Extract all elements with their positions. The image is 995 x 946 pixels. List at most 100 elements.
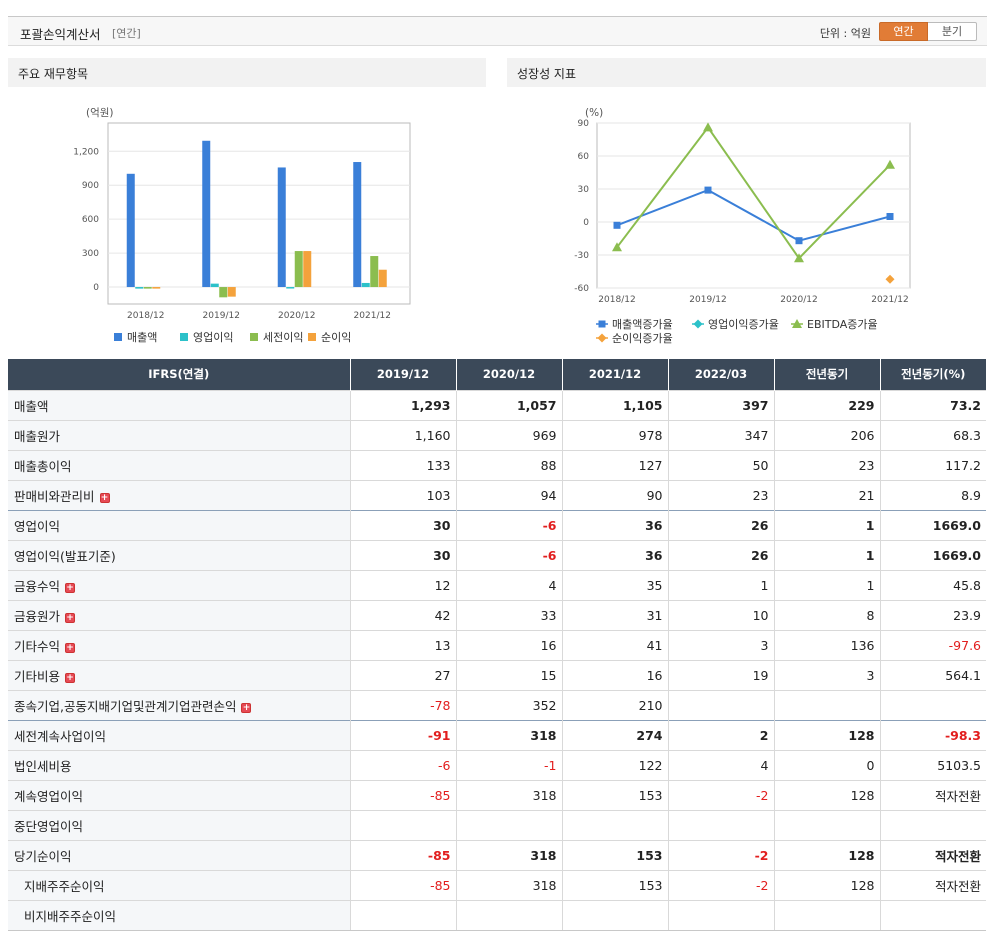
point-0-2 [795,237,803,245]
value-cell: 3 [773,659,880,690]
header-period: 2019/12 [349,359,456,390]
expand-plus-icon[interactable]: + [65,642,76,653]
y-tick-label: 900 [82,181,99,191]
legend-label: 순이익증가율 [612,332,673,345]
row-label: 지배주주순이익 [24,878,105,894]
income-statement-table: IFRS(연결) 2019/12 2020/12 2021/12 2022/03 전년동기… [8,359,986,931]
table-row: 매출총이익 133 88 127 50 23 117.2 [8,449,986,480]
value-cell: 90 [561,479,668,510]
legend-swatch [114,333,122,341]
value-cell: 68.3 [879,419,986,450]
row-label-cell: 당기순이익 [8,839,350,870]
value-cell: 88 [455,449,562,480]
value-cell: 128 [773,779,880,810]
value-cell: 122 [561,749,668,780]
bar-1-2 [286,287,295,289]
value-cell: -98.3 [879,719,986,750]
row-label-cell: 금융원가 + [8,599,350,630]
table-row: 중단영업이익 [8,809,986,840]
y-axis-unit: (억원) [86,107,114,119]
plot-area [596,122,911,289]
value-cell: 1 [667,569,774,600]
value-cell: 1 [773,569,880,600]
table-row: 영업이익 30 -6 36 26 1 1669.0 [8,509,986,540]
row-label: 세전계속사업이익 [14,728,107,744]
value-cell: 8.9 [879,479,986,510]
value-cell: 4 [667,749,774,780]
legend-marker [598,320,606,328]
legend-label: 순이익 [321,331,351,344]
value-cell: 1,105 [561,389,668,420]
expand-plus-icon[interactable]: + [99,492,110,503]
value-cell: 16 [455,629,562,660]
row-label-cell: 매출액 [8,389,350,420]
expand-plus-icon[interactable]: + [65,582,76,593]
annual-tab[interactable]: 연간 [879,22,928,41]
value-cell: 4 [455,569,562,600]
value-cell: -6 [455,539,562,570]
value-cell [773,899,880,931]
y-tick-label: 1,200 [73,147,99,157]
value-cell: 19 [667,659,774,690]
value-cell: -1 [455,749,562,780]
row-label-cell: 계속영업이익 [8,779,350,810]
legend-label: 매출액 [127,331,157,344]
value-cell: 1,057 [455,389,562,420]
row-label: 영업이익 [14,518,61,534]
y-tick-label: 0 [583,218,589,228]
value-cell: 3 [667,629,774,660]
table-row: 기타비용 +27 15 16 19 3 564.1 [8,659,986,690]
header-period: 2021/12 [561,359,668,390]
value-cell: -85 [349,869,456,900]
x-tick-label: 2021/12 [354,311,391,321]
expand-plus-icon[interactable]: + [65,612,76,623]
legend-label: EBITDA증가율 [807,318,878,331]
value-cell [879,689,986,720]
expand-plus-icon[interactable]: + [241,702,252,713]
x-tick-label: 2018/12 [127,311,164,321]
value-cell: 210 [561,689,668,720]
value-cell: -97.6 [879,629,986,660]
expand-plus-icon[interactable]: + [65,672,76,683]
value-cell: 229 [773,389,880,420]
table-row: 세전계속사업이익 -91 318 274 2 128 -98.3 [8,719,986,750]
row-label: 계속영업이익 [14,788,84,804]
value-cell: 274 [561,719,668,750]
x-tick-label: 2020/12 [278,311,315,321]
value-cell: 153 [561,779,668,810]
value-cell: 73.2 [879,389,986,420]
value-cell: 1,160 [349,419,456,450]
row-label-cell: 종속기업,공동지배기업및관계기업관련손익 + [8,689,350,720]
value-cell: 128 [773,869,880,900]
table-row: 금융수익 +12 4 35 1 1 45.8 [8,569,986,600]
quarter-tab[interactable]: 분기 [928,22,977,41]
value-cell: 적자전환 [879,839,986,870]
value-cell: 50 [667,449,774,480]
header-label: IFRS(연결) [8,359,350,390]
row-label-cell: 기타비용 + [8,659,350,690]
value-cell [561,809,668,840]
legend-label: 매출액증가율 [612,318,673,331]
value-cell: 16 [561,659,668,690]
bar-0-3 [353,162,362,288]
value-cell: 26 [667,509,774,540]
x-tick-label: 2019/12 [689,295,726,305]
row-label-cell: 기타수익 + [8,629,350,660]
value-cell [667,809,774,840]
row-label: 매출원가 [14,428,61,444]
value-cell: 41 [561,629,668,660]
value-cell: 10 [667,599,774,630]
value-cell [773,809,880,840]
bar-1-0 [135,287,144,289]
value-cell: 397 [667,389,774,420]
value-cell [667,689,774,720]
bar-0-2 [277,167,286,288]
value-cell: 적자전환 [879,779,986,810]
value-cell: 1 [773,539,880,570]
value-cell: 347 [667,419,774,450]
table-row: 계속영업이익 -85 318 153 -2 128 적자전환 [8,779,986,810]
value-cell: 1 [773,509,880,540]
row-label-cell: 중단영업이익 [8,809,350,840]
bar-2-2 [294,251,303,288]
value-cell: -2 [667,839,774,870]
